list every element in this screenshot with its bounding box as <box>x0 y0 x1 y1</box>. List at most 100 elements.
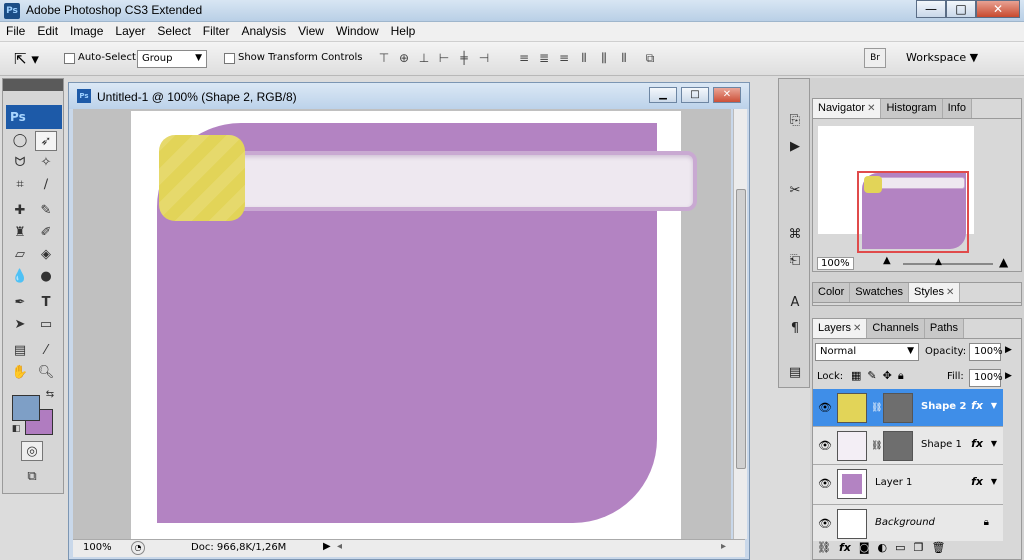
document-canvas[interactable] <box>131 111 697 539</box>
tab-styles[interactable]: Styles ✕ <box>909 283 961 302</box>
notes-tool-icon[interactable]: ▤ <box>9 341 31 361</box>
fx-icon[interactable]: fx <box>971 437 983 450</box>
brush-tool-icon[interactable]: ✎ <box>35 201 57 221</box>
align-bottom-icon[interactable]: ⊥ <box>416 50 432 66</box>
menu-edit[interactable]: Edit <box>31 22 64 41</box>
menu-window[interactable]: Window <box>330 22 385 41</box>
layer-row-shape-1[interactable]: 👁︎ ⛓ Shape 1 fx ▼ <box>813 427 1003 465</box>
zoom-out-icon[interactable]: ▲ <box>883 255 891 266</box>
new-layer-icon[interactable]: ❐ <box>914 541 924 554</box>
visibility-eye-icon[interactable]: 👁︎ <box>818 517 832 530</box>
history-brush-icon[interactable]: ✐ <box>35 223 57 243</box>
path-selection-icon[interactable]: ➤ <box>9 315 31 335</box>
document-title-bar[interactable]: Ps Untitled-1 @ 100% (Shape 2, RGB/8) ▁ … <box>69 83 749 109</box>
default-colors-icon[interactable]: ◧ <box>5 419 27 439</box>
layer-name[interactable]: Shape 1 <box>921 439 962 450</box>
distribute-bottom-icon[interactable]: ≡ <box>556 50 572 66</box>
move-tool-preset-icon[interactable]: ⇱ ▾ <box>14 50 39 68</box>
blur-tool-icon[interactable]: 💧 <box>9 267 31 287</box>
lock-all-icon[interactable]: 🔒︎ <box>898 369 904 383</box>
distribute-vcenter-icon[interactable]: ≣ <box>536 50 552 66</box>
zoom-in-icon[interactable]: ▲ <box>999 255 1008 269</box>
doc-minimize-button[interactable]: ▁ <box>649 87 677 103</box>
vector-mask-thumbnail[interactable] <box>883 431 913 461</box>
doc-maximize-button[interactable]: □ <box>681 87 709 103</box>
healing-brush-icon[interactable]: ✚ <box>9 201 31 221</box>
layer-name[interactable]: Shape 2 <box>921 401 966 412</box>
eraser-tool-icon[interactable]: ▱ <box>9 245 31 265</box>
swap-colors-icon[interactable]: ⇆ <box>39 385 61 405</box>
pen-tool-icon[interactable]: ✒ <box>9 293 31 313</box>
visibility-eye-icon[interactable]: 👁︎ <box>818 477 832 490</box>
tab-swatches[interactable]: Swatches <box>850 283 909 302</box>
menu-select[interactable]: Select <box>151 22 196 41</box>
opacity-field[interactable]: 100% <box>969 343 1003 361</box>
zoom-slider-thumb[interactable]: ▲ <box>935 257 942 267</box>
magic-wand-icon[interactable]: ✧ <box>35 153 57 173</box>
status-arrow-icon[interactable]: ▶ <box>323 541 331 552</box>
eyedropper-icon[interactable]: ⁄ <box>35 341 57 361</box>
hand-tool-icon[interactable]: ✋ <box>9 363 31 383</box>
close-icon[interactable]: ✕ <box>853 323 861 334</box>
layer-row-background[interactable]: 👁︎ Background 🔒︎ <box>813 505 1003 541</box>
shape-tool-icon[interactable]: ▭ <box>35 315 57 335</box>
lasso-tool-icon[interactable]: ᗢ <box>9 153 31 173</box>
move-tool-icon[interactable]: ➶ <box>35 131 57 151</box>
expand-effects-icon[interactable]: ▼ <box>991 439 997 448</box>
auto-align-icon[interactable]: ⧉ <box>642 50 658 66</box>
tab-layers[interactable]: Layers ✕ <box>813 319 868 338</box>
crop-tool-icon[interactable]: ⌗ <box>9 175 31 195</box>
align-hcenter-icon[interactable]: ╪ <box>456 50 472 66</box>
white-bar-shape[interactable] <box>217 151 697 211</box>
bridge-icon[interactable]: Br <box>864 48 886 68</box>
zoom-slider-track[interactable] <box>903 263 993 265</box>
fx-icon[interactable]: fx <box>971 475 983 488</box>
menu-image[interactable]: Image <box>64 22 109 41</box>
layer-name[interactable]: Background <box>875 517 935 528</box>
paragraph-panel-icon[interactable]: ¶ <box>784 319 806 339</box>
type-tool-icon[interactable]: T <box>35 293 57 313</box>
auto-select-dropdown[interactable]: Group ▼ <box>137 50 207 68</box>
close-icon[interactable]: ✕ <box>946 287 954 298</box>
actions-panel-icon[interactable]: ▶ <box>784 137 806 157</box>
canvas-area[interactable] <box>73 109 731 539</box>
close-button[interactable]: ✕ <box>976 0 1020 18</box>
brushes-panel-icon[interactable]: ⌘ <box>784 225 806 245</box>
link-layers-icon[interactable]: ⛓ <box>817 541 831 554</box>
hscroll-left-icon[interactable]: ◂ <box>337 541 342 552</box>
fill-field[interactable]: 100% <box>969 369 1003 387</box>
distribute-hcenter-icon[interactable]: ⫼ <box>596 50 612 66</box>
paint-bucket-icon[interactable]: ◈ <box>35 245 57 265</box>
doc-close-button[interactable]: ✕ <box>713 87 741 103</box>
distribute-top-icon[interactable]: ≡ <box>516 50 532 66</box>
vertical-scrollbar[interactable] <box>733 109 747 539</box>
fx-icon[interactable]: fx <box>971 399 983 412</box>
menu-file[interactable]: File <box>0 22 31 41</box>
expand-effects-icon[interactable]: ▼ <box>991 401 997 410</box>
character-panel-icon[interactable]: A <box>784 293 806 313</box>
tab-channels[interactable]: Channels <box>867 319 925 338</box>
quick-mask-icon[interactable]: ◎ <box>21 441 43 461</box>
tab-info[interactable]: Info <box>942 99 972 118</box>
add-style-icon[interactable]: fx <box>839 541 851 554</box>
navigator-view-box[interactable] <box>857 171 969 253</box>
tab-color[interactable]: Color <box>813 283 851 302</box>
visibility-eye-icon[interactable]: 👁︎ <box>818 439 832 452</box>
screen-mode-icon[interactable]: ⧉ <box>21 467 43 487</box>
history-panel-icon[interactable]: ⎘ <box>784 111 806 131</box>
distribute-right-icon[interactable]: ⫴ <box>616 50 632 66</box>
workspace-button[interactable]: Workspace ▼ <box>906 51 978 64</box>
tab-histogram[interactable]: Histogram <box>881 99 943 118</box>
fill-arrow-icon[interactable]: ▶ <box>1005 371 1012 381</box>
align-right-icon[interactable]: ⊣ <box>476 50 492 66</box>
maximize-button[interactable]: □ <box>946 0 976 18</box>
hscroll-right-icon[interactable]: ▸ <box>721 541 726 552</box>
menu-view[interactable]: View <box>292 22 330 41</box>
menu-layer[interactable]: Layer <box>109 22 151 41</box>
zoom-readout[interactable]: 100% <box>83 542 112 553</box>
yellow-square-shape[interactable] <box>159 135 245 221</box>
layer-comps-icon[interactable]: ▤ <box>784 363 806 383</box>
auto-select-checkbox[interactable] <box>64 53 75 64</box>
lock-position-icon[interactable]: ✥ <box>883 369 892 383</box>
tab-navigator[interactable]: Navigator ✕ <box>813 99 882 118</box>
